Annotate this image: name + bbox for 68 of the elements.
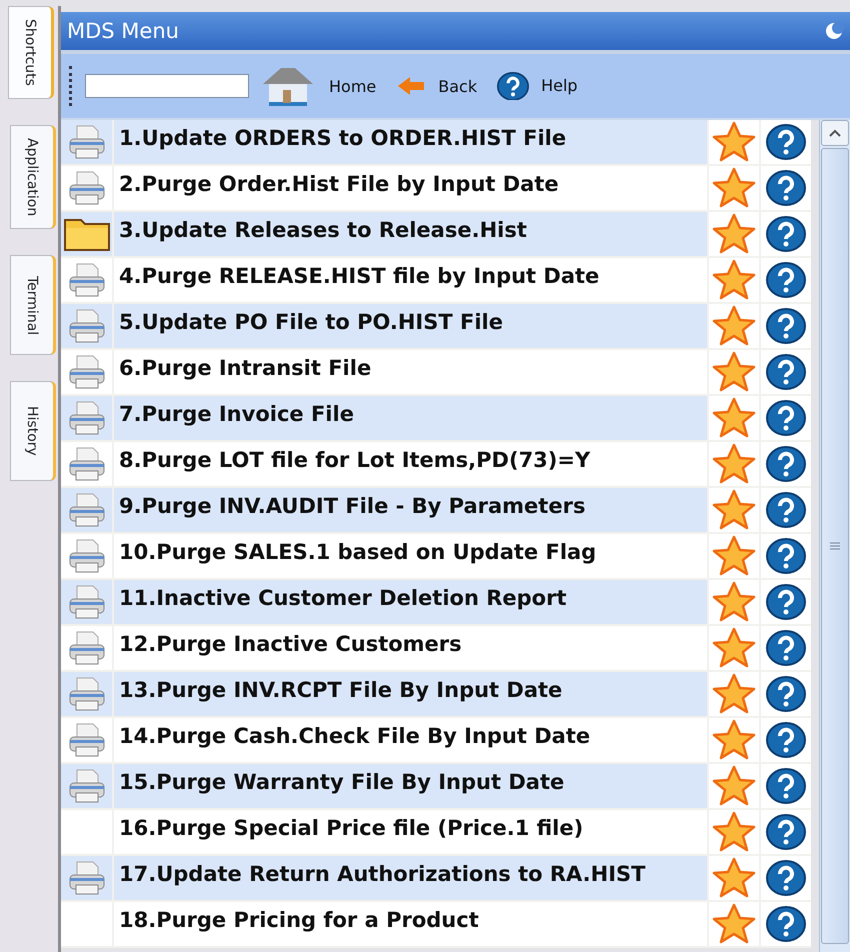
icon-cell [61, 902, 112, 946]
printer-icon [66, 400, 106, 436]
help-icon[interactable] [766, 262, 806, 298]
star-icon[interactable] [712, 857, 756, 899]
printer-icon [66, 354, 106, 390]
help-icon[interactable] [766, 722, 806, 758]
printer-icon [66, 676, 106, 712]
grip-icon [830, 542, 840, 550]
star-icon[interactable] [712, 535, 756, 577]
printer-icon [66, 538, 106, 574]
help-icon[interactable] [766, 676, 806, 712]
search-field[interactable] [85, 74, 249, 98]
help-icon[interactable] [766, 906, 806, 942]
star-icon[interactable] [712, 489, 756, 531]
printer-icon [66, 262, 106, 298]
star-icon[interactable] [712, 305, 756, 347]
star-icon[interactable] [712, 259, 756, 301]
help-icon[interactable] [766, 400, 806, 436]
scroll-up-button[interactable] [821, 120, 849, 146]
star-icon[interactable] [712, 719, 756, 761]
printer-icon [66, 124, 106, 160]
help-icon[interactable] [766, 308, 806, 344]
icon-cell [61, 810, 112, 854]
side-tab[interactable]: Terminal [10, 255, 56, 356]
back-arrow-icon [396, 75, 426, 97]
star-icon[interactable] [712, 213, 756, 255]
star-icon[interactable] [712, 581, 756, 623]
help-button[interactable]: Help [497, 72, 588, 100]
window-title: MDS Menu [67, 19, 179, 43]
printer-icon [66, 170, 106, 206]
star-icon[interactable] [712, 627, 756, 669]
star-icon[interactable] [712, 121, 756, 163]
star-icon[interactable] [712, 351, 756, 393]
printer-icon [66, 584, 106, 620]
star-icon[interactable] [712, 903, 756, 945]
printer-icon [66, 446, 106, 482]
help-icon[interactable] [766, 124, 806, 160]
printer-icon [66, 492, 106, 528]
help-icon[interactable] [766, 492, 806, 528]
side-tab[interactable]: Shortcuts [8, 6, 54, 99]
help-icon[interactable] [766, 216, 806, 252]
help-icon[interactable] [766, 768, 806, 804]
printer-icon [66, 768, 106, 804]
toolbar-grip[interactable] [69, 66, 75, 106]
star-icon[interactable] [712, 811, 756, 853]
help-icon[interactable] [766, 584, 806, 620]
home-button[interactable]: Home [259, 64, 386, 108]
help-icon[interactable] [766, 630, 806, 666]
back-button[interactable]: Back [396, 75, 488, 97]
star-icon[interactable] [712, 167, 756, 209]
help-icon[interactable] [766, 814, 806, 850]
side-tab[interactable]: History [10, 381, 56, 482]
star-icon[interactable] [712, 673, 756, 715]
star-icon[interactable] [712, 397, 756, 439]
help-icon[interactable] [766, 446, 806, 482]
side-tab[interactable]: Application [10, 124, 56, 230]
help-icon[interactable] [766, 354, 806, 390]
printer-icon [66, 860, 106, 896]
help-icon[interactable] [766, 860, 806, 896]
help-icon[interactable] [497, 72, 530, 100]
printer-icon [66, 308, 106, 344]
help-icon[interactable] [766, 538, 806, 574]
star-icon[interactable] [712, 765, 756, 807]
star-icon[interactable] [712, 443, 756, 485]
help-icon[interactable] [766, 170, 806, 206]
printer-icon [66, 630, 106, 666]
caret-up-icon [829, 129, 841, 137]
printer-icon [66, 722, 106, 758]
